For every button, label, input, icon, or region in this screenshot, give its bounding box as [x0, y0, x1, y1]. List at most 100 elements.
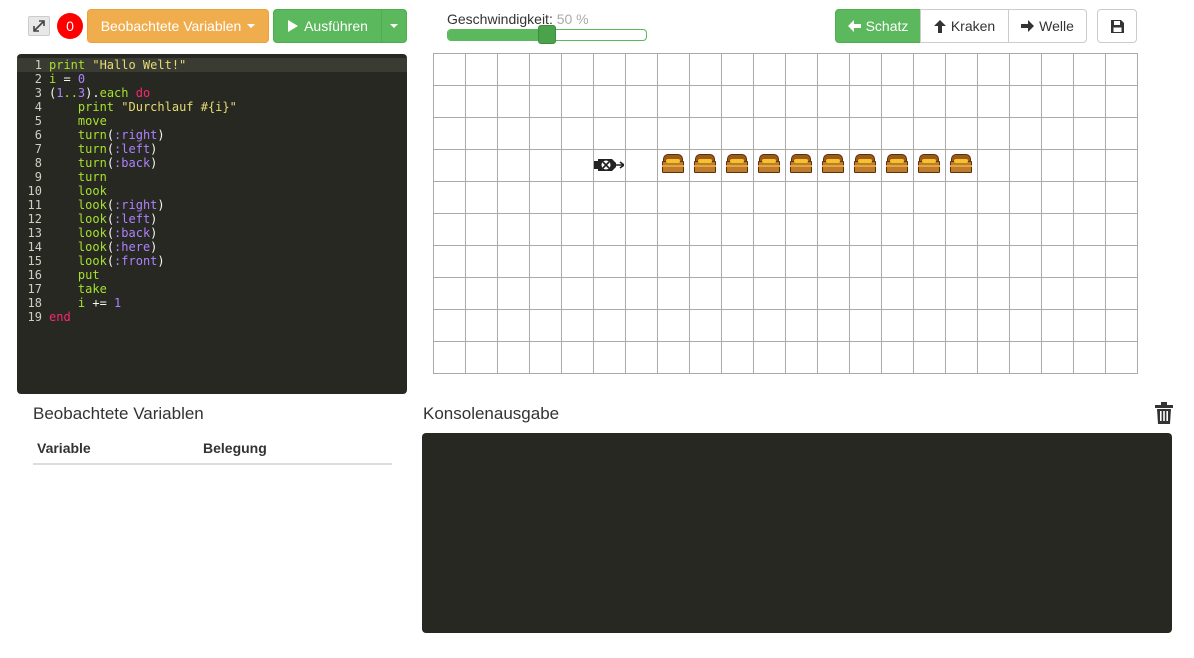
code-line: 11 look(:right): [17, 198, 407, 212]
add-kraken-button[interactable]: Kraken: [920, 9, 1009, 43]
grid-border: [433, 53, 1138, 374]
line-number: 3: [34, 86, 42, 100]
code-text: look(:here): [77, 240, 158, 254]
code-line: 17 take: [17, 282, 407, 296]
code-line: 1 print "Hallo Welt!": [17, 58, 407, 72]
line-number: 14: [27, 240, 42, 254]
code-line: 9 turn: [17, 170, 407, 184]
run-options-dropdown-button[interactable]: [381, 9, 407, 43]
code-text: put: [77, 268, 100, 282]
console-output[interactable]: [422, 433, 1172, 633]
arrow-right-icon: [1021, 20, 1035, 32]
treasure-chest-icon: [757, 153, 781, 173]
code-text: (1..3).each do: [49, 86, 151, 100]
add-treasure-button[interactable]: Schatz: [835, 9, 921, 43]
speed-slider-handle[interactable]: [538, 25, 556, 44]
treasure-chest-icon: [949, 153, 973, 173]
expand-arrows-icon: [33, 20, 45, 32]
code-text: move: [77, 114, 107, 128]
code-text: turn(:back): [77, 156, 158, 170]
code-text: i = 0: [49, 72, 86, 86]
caret-down-icon: [247, 24, 256, 28]
code-text: print "Hallo Welt!": [49, 58, 187, 72]
code-line: 7 turn(:left): [17, 142, 407, 156]
add-wave-button[interactable]: Welle: [1008, 9, 1087, 43]
watched-variables-button-label: Beobachtete Variablen: [100, 18, 242, 34]
speed-slider-fill: [448, 30, 547, 40]
code-line: 2 i = 0: [17, 72, 407, 86]
code-text: look(:left): [77, 212, 158, 226]
line-number: 6: [34, 128, 42, 142]
save-button[interactable]: [1097, 9, 1137, 43]
column-header-value: Belegung: [203, 440, 267, 456]
line-number: 7: [34, 142, 42, 156]
code-line: 16 put: [17, 268, 407, 282]
line-number: 1: [34, 58, 42, 72]
arrow-left-icon: [847, 20, 861, 32]
code-text: turn(:left): [77, 142, 158, 156]
line-number: 11: [27, 198, 42, 212]
code-text: look: [77, 184, 107, 198]
add-kraken-label: Kraken: [950, 18, 996, 34]
code-text: look(:back): [77, 226, 158, 240]
line-number: 19: [27, 310, 42, 324]
line-number: 5: [34, 114, 42, 128]
line-number: 2: [34, 72, 42, 86]
add-treasure-label: Schatz: [865, 18, 909, 34]
run-button-label: Ausführen: [304, 18, 368, 34]
line-number: 10: [27, 184, 42, 198]
code-line: 3 (1..3).each do: [17, 86, 407, 100]
console-heading: Konsolenausgabe: [423, 404, 560, 423]
treasure-chest-icon: [725, 153, 749, 173]
caret-down-icon: [390, 24, 398, 28]
line-number: 4: [34, 100, 42, 114]
code-line: 10 look: [17, 184, 407, 198]
error-count-badge[interactable]: 0: [57, 13, 83, 39]
code-text: end: [49, 310, 71, 324]
console-output-text: [422, 433, 1172, 449]
table-header-divider: [33, 463, 392, 465]
line-number: 8: [34, 156, 42, 170]
floppy-disk-icon: [1110, 19, 1124, 33]
line-number: 16: [27, 268, 42, 282]
speed-label: Geschwindigkeit: 50 %: [447, 11, 589, 27]
treasure-chest-icon: [693, 153, 717, 173]
treasure-chest-icon: [821, 153, 845, 173]
code-line: 6 turn(:right): [17, 128, 407, 142]
speed-value: 50 %: [556, 11, 589, 27]
treasure-chest-icon: [917, 153, 941, 173]
code-text: look(:front): [77, 254, 165, 268]
line-number: 15: [27, 254, 42, 268]
line-number: 13: [27, 226, 42, 240]
run-button[interactable]: Ausführen: [273, 9, 382, 43]
code-text: print "Durchlauf #{i}": [77, 100, 237, 114]
column-header-variable: Variable: [37, 440, 91, 456]
code-line: 15 look(:front): [17, 254, 407, 268]
watched-variables-button[interactable]: Beobachtete Variablen: [87, 9, 269, 43]
treasure-chest-icon: [789, 153, 813, 173]
treasure-chest-icon: [661, 153, 685, 173]
code-line: 12 look(:left): [17, 212, 407, 226]
code-text: i += 1: [77, 296, 122, 310]
line-number: 12: [27, 212, 42, 226]
line-number: 18: [27, 296, 42, 310]
code-line: 19 end: [17, 310, 407, 324]
play-icon: [288, 20, 299, 32]
add-wave-label: Welle: [1039, 18, 1074, 34]
speed-label-text: Geschwindigkeit:: [447, 11, 553, 27]
code-line: 18 i += 1: [17, 296, 407, 310]
line-number: 17: [27, 282, 42, 296]
code-text: look(:right): [77, 198, 165, 212]
code-line: 8 turn(:back): [17, 156, 407, 170]
code-line: 5 move: [17, 114, 407, 128]
code-editor[interactable]: 1 print "Hallo Welt!" 2 i = 0 3 (1..3).each d…: [17, 54, 407, 394]
trash-icon[interactable]: [1155, 402, 1173, 424]
code-line: 14 look(:here): [17, 240, 407, 254]
code-text: turn(:right): [77, 128, 165, 142]
expand-editor-button[interactable]: [28, 16, 50, 36]
treasure-chest-icon: [853, 153, 877, 173]
code-text: turn: [77, 170, 107, 184]
treasure-chest-icon: [885, 153, 909, 173]
line-number: 9: [34, 170, 42, 184]
pirate-ship-icon: [594, 159, 624, 171]
